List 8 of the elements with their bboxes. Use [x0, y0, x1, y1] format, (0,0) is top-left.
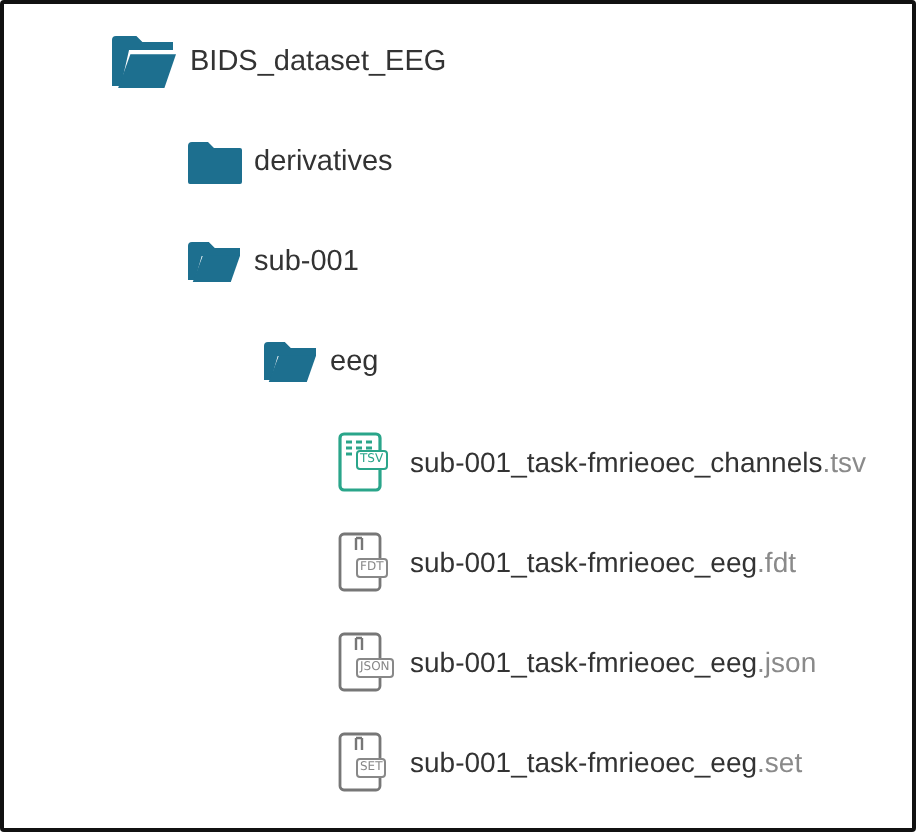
file-name[interactable]: sub-001_task-fmrieoec_eeg.set — [410, 746, 803, 778]
file-name[interactable]: sub-001_task-fmrieoec_eeg.json — [410, 646, 817, 678]
file-name[interactable]: sub-001_task-fmrieoec_channels.tsv — [410, 446, 867, 478]
file-name[interactable]: sub-001_task-fmrieoec_eeg.fdt — [410, 546, 797, 578]
folder-name[interactable]: derivatives — [254, 146, 393, 178]
folder-name[interactable]: sub-001 — [254, 246, 359, 278]
folder-name[interactable]: BIDS_dataset_EEG — [190, 46, 447, 78]
folder-name[interactable]: eeg — [330, 346, 379, 378]
